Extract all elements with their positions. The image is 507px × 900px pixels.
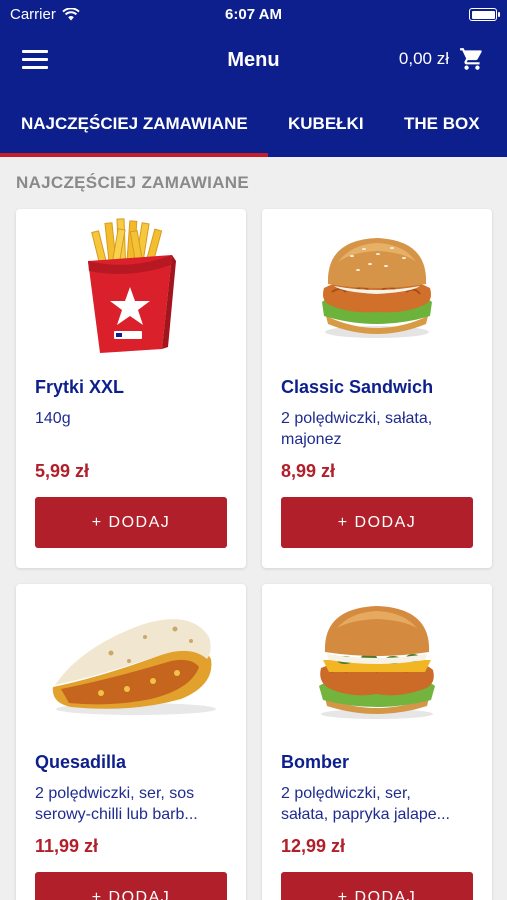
cart-total: 0,00 zł <box>398 49 449 68</box>
quesadilla-image <box>16 584 246 739</box>
add-button[interactable]: + DODAJ <box>281 497 473 548</box>
fries-image <box>16 209 246 364</box>
hamburger-menu-icon[interactable] <box>22 50 48 72</box>
description-line: 2 polędwiczki, sałata, <box>281 410 433 427</box>
product-price: 8,99 zł <box>281 461 336 481</box>
description-line: serowy-chilli lub barb... <box>35 806 198 823</box>
product-card[interactable]: Quesadilla 2 polędwiczki, ser, sos serow… <box>16 584 246 900</box>
burger-image <box>262 584 492 739</box>
product-price: 11,99 zł <box>35 836 99 856</box>
battery-icon <box>469 8 500 21</box>
product-card[interactable]: Classic Sandwich 2 polędwiczki, sałata, … <box>262 209 492 568</box>
tab-the-box[interactable]: THE BOX <box>404 114 480 134</box>
description-line: sałata, papryka jalape... <box>281 806 450 823</box>
description-line: 140g <box>35 410 71 427</box>
description-line: 2 polędwiczki, ser, sos <box>35 785 195 802</box>
product-name: Bomber <box>281 752 350 772</box>
add-button[interactable]: + DODAJ <box>281 872 473 900</box>
product-price: 12,99 zł <box>281 836 346 856</box>
add-button[interactable]: + DODAJ <box>35 872 227 900</box>
product-name: Classic Sandwich <box>281 377 434 397</box>
product-card[interactable]: Frytki XXL 140g 5,99 zł + DODAJ <box>16 209 246 568</box>
clock: 6:07 AM <box>225 6 282 23</box>
product-name: Frytki XXL <box>35 377 125 397</box>
product-name: Quesadilla <box>35 752 127 772</box>
section-title: NAJCZĘŚCIEJ ZAMAWIANE <box>16 173 249 192</box>
add-button[interactable]: + DODAJ <box>35 497 227 548</box>
tab-kubelki[interactable]: KUBEŁKI <box>288 114 364 134</box>
sandwich-image <box>262 209 492 364</box>
active-tab-indicator <box>0 153 268 157</box>
cart-button[interactable]: 0,00 zł <box>399 46 485 72</box>
product-card[interactable]: Bomber 2 polędwiczki, ser, sałata, papry… <box>262 584 492 900</box>
description-line: majonez <box>281 431 342 448</box>
product-description: 2 polędwiczki, sałata, majonez <box>281 408 481 450</box>
product-description: 2 polędwiczki, ser, sałata, papryka jala… <box>281 783 481 825</box>
product-description: 2 polędwiczki, ser, sos serowy-chilli lu… <box>35 783 235 825</box>
tab-most-ordered[interactable]: NAJCZĘŚCIEJ ZAMAWIANE <box>21 114 248 134</box>
category-tabs: NAJCZĘŚCIEJ ZAMAWIANE KUBEŁKI THE BOX <box>0 92 507 157</box>
status-bar: Carrier 6:07 AM <box>0 0 507 30</box>
product-price: 5,99 zł <box>35 461 90 481</box>
shopping-cart-icon <box>460 48 482 70</box>
top-navbar: Menu 0,00 zł <box>0 30 507 92</box>
description-line: 2 polędwiczki, ser, <box>281 785 411 802</box>
product-description: 140g <box>35 408 235 429</box>
